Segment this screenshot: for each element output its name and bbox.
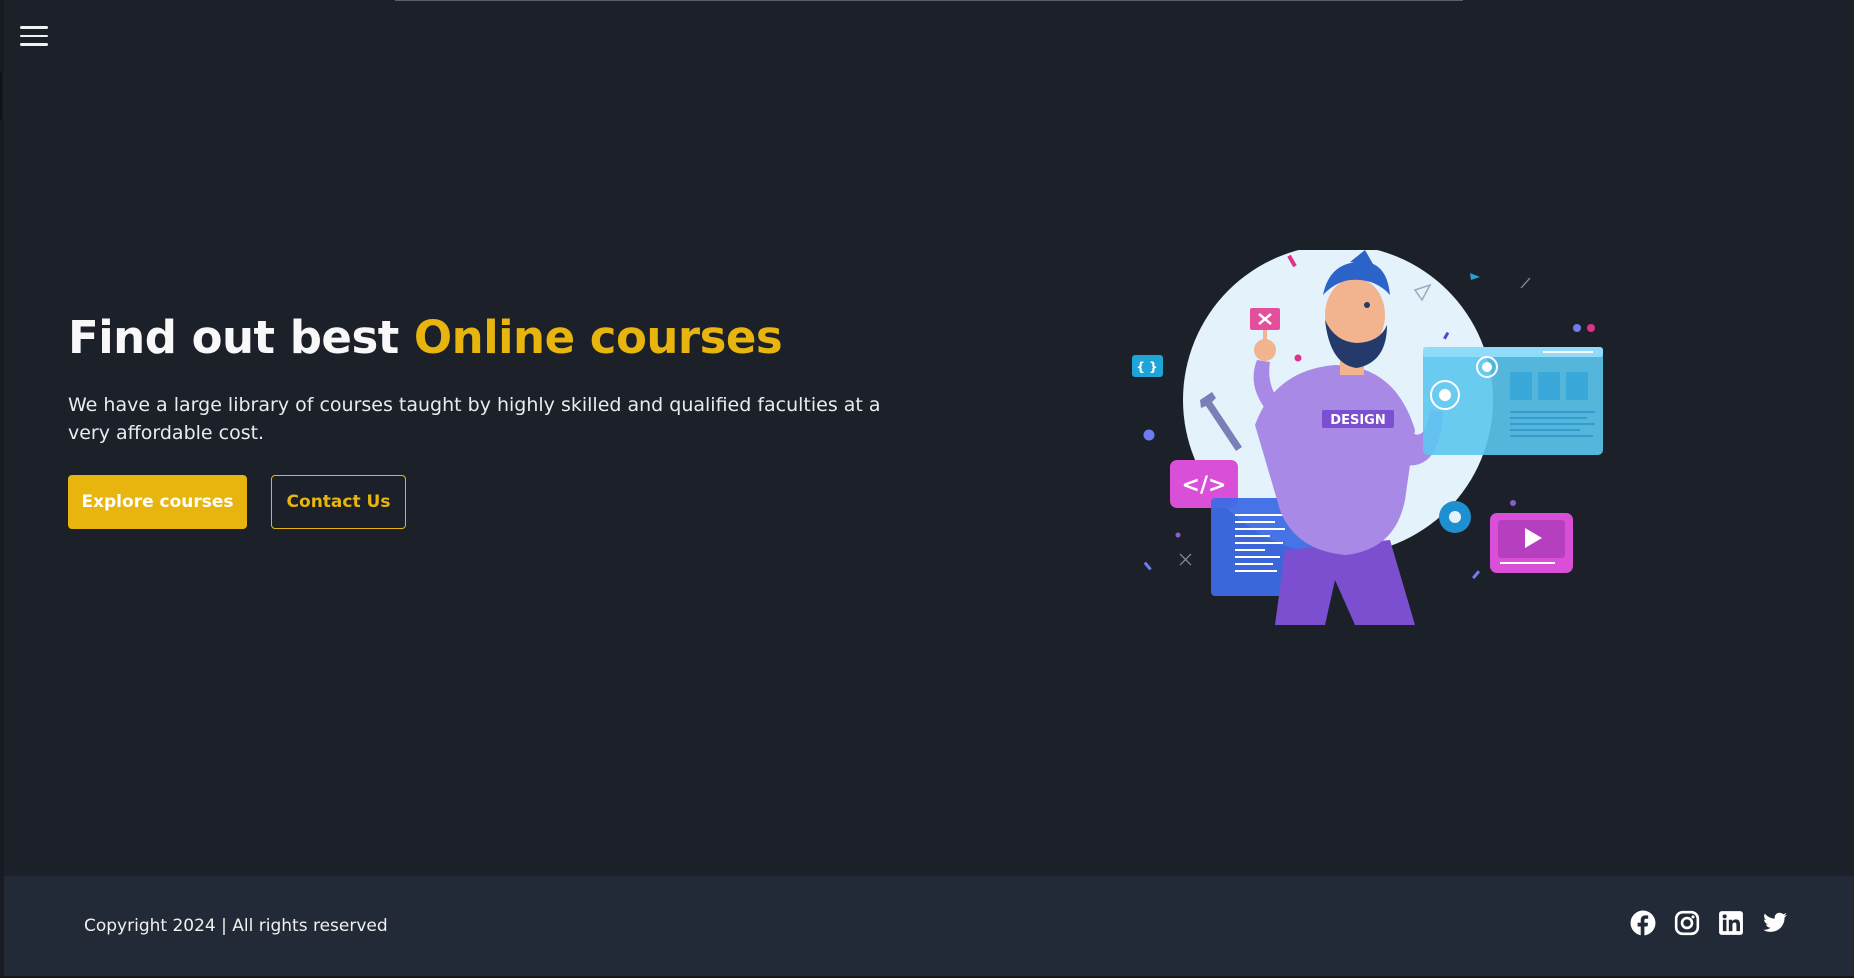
- hero-title-accent: Online courses: [413, 311, 783, 364]
- explore-courses-button[interactable]: Explore courses: [68, 475, 247, 529]
- hamburger-menu-icon[interactable]: [20, 26, 50, 50]
- design-badge-text: DESIGN: [1330, 413, 1385, 428]
- footer: Copyright 2024 | All rights reserved: [4, 876, 1854, 978]
- window-edge-mark: [0, 72, 2, 120]
- social-links: [1630, 910, 1788, 936]
- linkedin-icon[interactable]: [1718, 910, 1744, 936]
- top-divider: [395, 0, 1463, 1]
- twitter-icon[interactable]: [1762, 910, 1788, 936]
- instagram-icon[interactable]: [1674, 910, 1700, 936]
- browser-panel: [1423, 347, 1603, 455]
- hero-description: We have a large library of courses taugh…: [68, 394, 881, 444]
- hero-title: Find out best Online courses: [68, 311, 783, 364]
- hero-title-prefix: Find out best: [68, 311, 414, 364]
- code-glyph: </>: [1182, 473, 1227, 498]
- copyright-text: Copyright 2024 | All rights reserved: [84, 916, 388, 936]
- bracket-glyph: { }: [1136, 360, 1157, 374]
- facebook-icon[interactable]: [1630, 910, 1656, 936]
- window-left-edge: [0, 0, 4, 978]
- contact-us-button[interactable]: Contact Us: [271, 475, 406, 529]
- hero-illustration: { } </> DESIGN: [1132, 250, 1603, 625]
